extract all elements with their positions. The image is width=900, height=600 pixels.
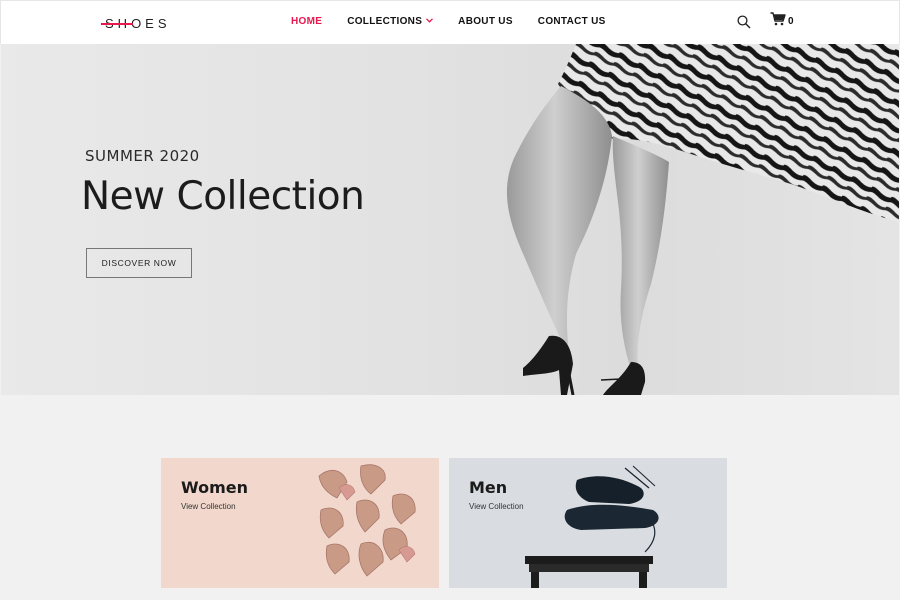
nav-home-label: HOME xyxy=(291,16,323,27)
hero-eyebrow: SUMMER 2020 xyxy=(85,147,200,165)
women-category-title: Women xyxy=(181,478,248,497)
hero-title: New Collection xyxy=(81,174,365,219)
women-category-card[interactable]: Women View Collection xyxy=(161,458,439,588)
logo-rest: OES xyxy=(131,16,171,31)
nav-collections[interactable]: COLLECTIONS xyxy=(347,16,434,27)
nav-about-label: ABOUT US xyxy=(458,16,513,27)
nav-home[interactable]: HOME xyxy=(291,16,322,27)
hero-model-image xyxy=(506,44,899,395)
nav-collections-label: COLLECTIONS xyxy=(347,16,423,27)
nav-contact-us[interactable]: CONTACT US xyxy=(538,16,606,27)
nav-about-us[interactable]: ABOUT US xyxy=(458,16,513,27)
women-view-collection-link[interactable]: View Collection xyxy=(181,502,236,511)
main-nav: HOME COLLECTIONS ABOUT US CONTACT US xyxy=(291,16,631,27)
cart-count: 0 xyxy=(788,16,794,27)
men-category-card[interactable]: Men View Collection xyxy=(449,458,727,588)
logo-accent: SH xyxy=(105,16,132,31)
cart-button[interactable]: 0 xyxy=(770,12,794,31)
men-view-collection-link[interactable]: View Collection xyxy=(469,502,524,511)
cart-icon xyxy=(770,12,786,31)
search-icon[interactable] xyxy=(737,14,751,29)
hero-banner: SUMMER 2020 New Collection DISCOVER NOW xyxy=(1,44,899,395)
site-header: SHOES HOME COLLECTIONS ABOUT US CONTACT … xyxy=(0,0,900,44)
header-actions: 0 xyxy=(737,12,794,31)
nav-contact-label: CONTACT US xyxy=(537,16,606,27)
men-category-title: Men xyxy=(469,478,508,497)
site-logo[interactable]: SHOES xyxy=(105,16,171,31)
discover-now-button[interactable]: DISCOVER NOW xyxy=(86,248,192,278)
chevron-down-icon xyxy=(426,16,434,25)
